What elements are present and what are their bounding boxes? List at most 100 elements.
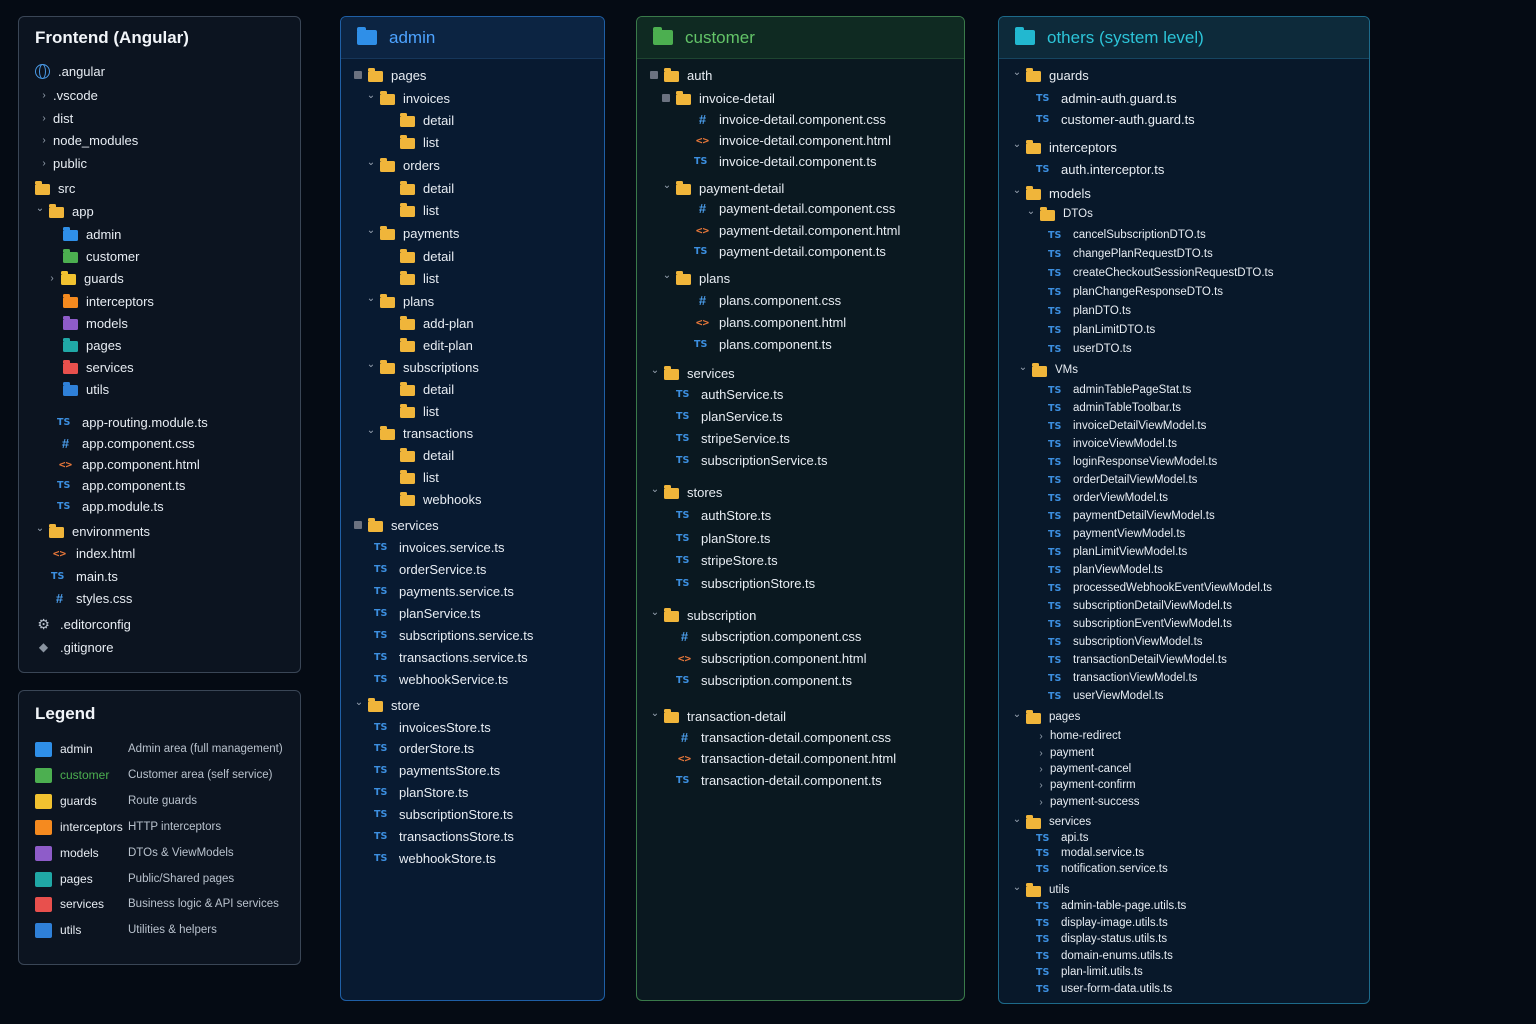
tree-item[interactable]: TS adminTablePageStat.ts (1048, 380, 1191, 400)
tree-item[interactable]: TS authStore.ts (676, 505, 771, 525)
tree-item[interactable]: TS subscriptionService.ts (676, 450, 827, 470)
tree-item[interactable]: ⌄ store (354, 695, 420, 715)
tree-item[interactable]: TS payment-detail.component.ts (694, 241, 886, 261)
chevron-right-icon[interactable]: › (39, 90, 49, 101)
tree-item[interactable]: src (35, 178, 75, 198)
tree-item[interactable]: TS transactionDetailViewModel.ts (1048, 650, 1227, 670)
tree-item[interactable]: # payment-detail.component.css (694, 198, 895, 218)
tree-item[interactable]: TS authService.ts (676, 384, 783, 404)
chevron-down-icon[interactable]: ⌄ (1012, 185, 1022, 196)
tree-item[interactable]: TS paymentsStore.ts (374, 760, 500, 780)
tree-item[interactable]: ⌄ invoices (366, 88, 450, 108)
tree-item[interactable]: TS changePlanRequestDTO.ts (1048, 244, 1213, 264)
chevron-right-icon[interactable]: › (1036, 797, 1046, 808)
tree-item[interactable]: ⌄ environments (35, 521, 150, 541)
tree-item[interactable]: TS main.ts (51, 566, 118, 586)
tree-item[interactable]: TS app.module.ts (57, 496, 164, 516)
tree-item[interactable]: add-plan (400, 313, 474, 333)
chevron-down-icon[interactable]: ⌄ (1012, 882, 1022, 893)
tree-item[interactable]: TS subscriptionEventViewModel.ts (1048, 614, 1232, 634)
tree-item[interactable]: ◆ .gitignore (35, 637, 114, 657)
tree-item[interactable]: TS planViewModel.ts (1048, 560, 1163, 580)
tree-item[interactable]: › node_modules (39, 130, 138, 150)
collapse-box-icon[interactable] (650, 71, 658, 79)
tree-item[interactable]: ⌄ app (35, 201, 94, 221)
tree-item[interactable]: TS app.component.ts (57, 475, 185, 495)
chevron-down-icon[interactable]: ⌄ (1012, 814, 1022, 825)
tree-item[interactable]: auth (650, 65, 712, 85)
tree-item[interactable]: TS subscription.component.ts (676, 670, 852, 690)
chevron-down-icon[interactable]: ⌄ (1012, 139, 1022, 150)
tree-item[interactable]: TS planService.ts (676, 406, 783, 426)
chevron-right-icon[interactable]: › (39, 113, 49, 124)
tree-item[interactable]: TS paymentDetailViewModel.ts (1048, 506, 1215, 526)
tree-item[interactable]: ⌄ guards (1012, 65, 1089, 85)
tree-item[interactable]: ⌄ VMs (1018, 360, 1078, 380)
chevron-down-icon[interactable]: ⌄ (650, 484, 660, 495)
tree-item[interactable]: services (354, 515, 439, 535)
tree-item[interactable]: # plans.component.css (694, 290, 841, 310)
tree-item[interactable]: ⌄ payment-detail (662, 178, 784, 198)
tree-item[interactable]: TS cancelSubscriptionDTO.ts (1048, 225, 1206, 245)
chevron-down-icon[interactable]: ⌄ (1012, 709, 1022, 720)
tree-item[interactable]: TS stripeStore.ts (676, 550, 778, 570)
collapse-box-icon[interactable] (354, 521, 362, 529)
tree-item[interactable]: TS invoices.service.ts (374, 537, 504, 557)
tree-item[interactable]: TS userDTO.ts (1048, 339, 1132, 359)
tree-item[interactable]: › payment-success (1036, 792, 1139, 812)
tree-item[interactable]: TS subscriptions.service.ts (374, 625, 533, 645)
tree-item[interactable]: › guards (47, 268, 124, 288)
tree-item[interactable]: TS transactions.service.ts (374, 647, 528, 667)
chevron-down-icon[interactable]: ⌄ (662, 180, 672, 191)
tree-item[interactable]: detail (400, 110, 454, 130)
tree-item[interactable]: TS planLimitViewModel.ts (1048, 542, 1187, 562)
tree-item[interactable]: TS app-routing.module.ts (57, 412, 208, 432)
tree-item[interactable]: TS planStore.ts (676, 528, 770, 548)
tree-item[interactable]: pages (354, 65, 426, 85)
chevron-right-icon[interactable]: › (39, 158, 49, 169)
tree-item[interactable]: # app.component.css (57, 433, 195, 453)
chevron-down-icon[interactable]: ⌄ (366, 90, 376, 101)
tree-item[interactable]: list (400, 467, 439, 487)
tree-item[interactable]: .angular (35, 61, 105, 81)
chevron-right-icon[interactable]: › (1036, 780, 1046, 791)
tree-item[interactable]: list (400, 401, 439, 421)
tree-item[interactable]: <> subscription.component.html (676, 648, 867, 668)
tree-item[interactable]: TS subscriptionViewModel.ts (1048, 632, 1203, 652)
chevron-down-icon[interactable]: ⌄ (1018, 362, 1028, 373)
tree-item[interactable]: interceptors (63, 291, 154, 311)
tree-item[interactable]: invoice-detail (662, 88, 775, 108)
tree-item[interactable]: TS subscriptionStore.ts (676, 573, 815, 593)
tree-item[interactable]: # subscription.component.css (676, 626, 862, 646)
tree-item[interactable]: TS webhookService.ts (374, 669, 508, 689)
tree-item[interactable]: ⌄ services (650, 363, 735, 383)
chevron-down-icon[interactable]: ⌄ (35, 203, 45, 214)
tree-item[interactable]: TS payments.service.ts (374, 581, 514, 601)
tree-item[interactable]: TS paymentViewModel.ts (1048, 524, 1185, 544)
tree-item[interactable]: ⌄ orders (366, 155, 440, 175)
tree-item[interactable]: › public (39, 153, 87, 173)
tree-item[interactable]: detail (400, 379, 454, 399)
tree-item[interactable]: list (400, 132, 439, 152)
chevron-right-icon[interactable]: › (47, 273, 57, 284)
tree-item[interactable]: ⌄ subscriptions (366, 357, 479, 377)
tree-item[interactable]: TS transactionViewModel.ts (1048, 668, 1197, 688)
tree-item[interactable]: ⌄ transactions (366, 423, 473, 443)
tree-item[interactable]: TS invoiceDetailViewModel.ts (1048, 416, 1206, 436)
chevron-right-icon[interactable]: › (39, 135, 49, 146)
tree-item[interactable]: TS admin-auth.guard.ts (1036, 88, 1177, 108)
tree-item[interactable]: ⌄ models (1012, 183, 1091, 203)
tree-item[interactable]: TS customer-auth.guard.ts (1036, 109, 1195, 129)
tree-item[interactable]: TS user-form-data.utils.ts (1036, 979, 1172, 999)
tree-item[interactable]: TS processedWebhookEventViewModel.ts (1048, 578, 1272, 598)
tree-item[interactable]: TS invoicesStore.ts (374, 717, 491, 737)
tree-item[interactable]: pages (63, 335, 121, 355)
tree-item[interactable]: TS orderStore.ts (374, 738, 474, 758)
tree-item[interactable]: TS invoice-detail.component.ts (694, 151, 877, 171)
chevron-down-icon[interactable]: ⌄ (366, 157, 376, 168)
tree-item[interactable]: TS adminTableToolbar.ts (1048, 398, 1181, 418)
tree-item[interactable]: models (63, 313, 128, 333)
chevron-down-icon[interactable]: ⌄ (650, 708, 660, 719)
tree-item[interactable]: <> payment-detail.component.html (694, 220, 901, 240)
tree-item[interactable]: TS loginResponseViewModel.ts (1048, 452, 1217, 472)
